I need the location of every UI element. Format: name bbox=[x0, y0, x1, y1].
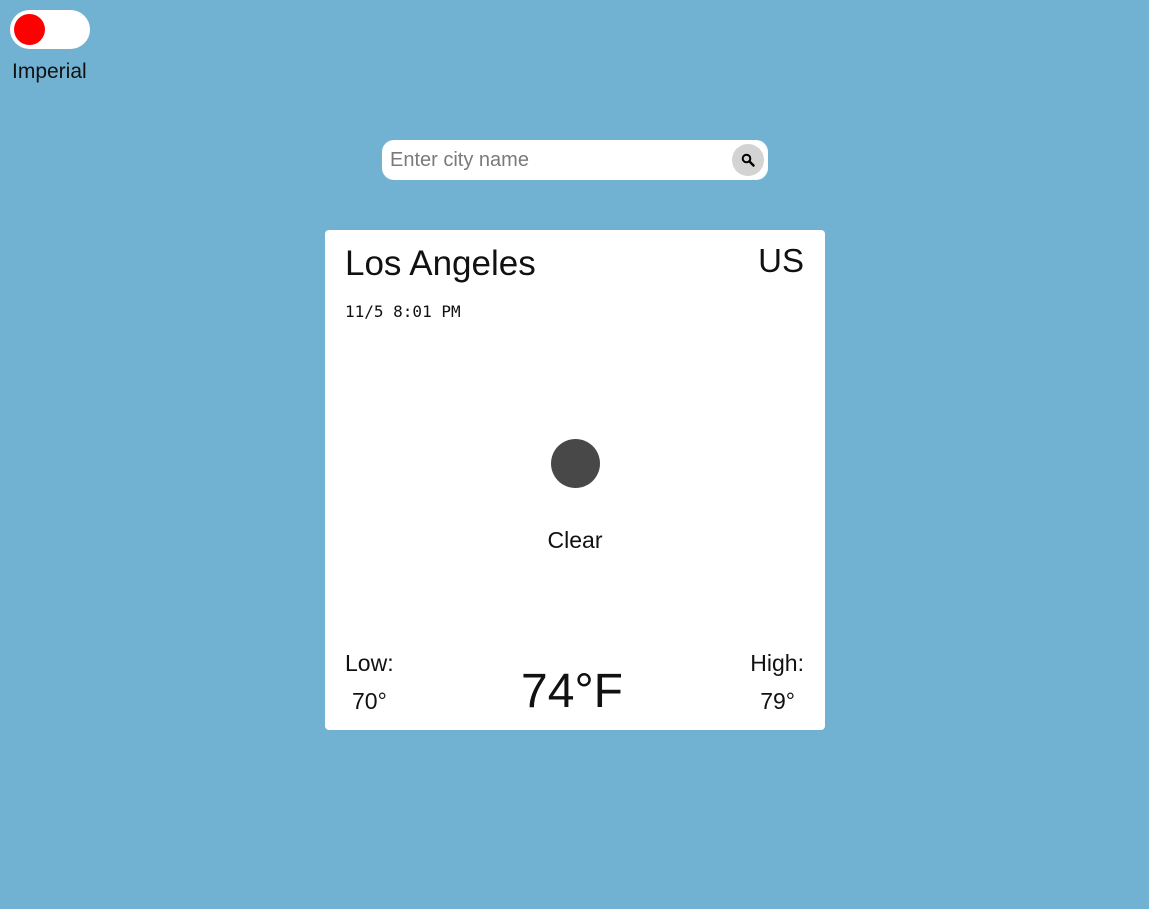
search-icon bbox=[741, 153, 755, 167]
high-temp-value: 79° bbox=[760, 688, 795, 714]
search-input[interactable] bbox=[390, 145, 720, 175]
clear-weather-icon bbox=[551, 439, 600, 488]
search-bar bbox=[382, 140, 768, 180]
search-button[interactable] bbox=[732, 144, 764, 176]
weather-card: Los Angeles US 11/5 8:01 PM Clear Low: 7… bbox=[325, 230, 825, 730]
city-name: Los Angeles bbox=[345, 244, 536, 283]
country-code: US bbox=[758, 242, 804, 279]
high-temp-label: High: bbox=[750, 650, 804, 676]
toggle-knob[interactable] bbox=[14, 14, 45, 45]
weather-condition: Clear bbox=[547, 527, 603, 553]
local-time: 11/5 8:01 PM bbox=[345, 302, 461, 321]
unit-label: Imperial bbox=[12, 60, 87, 83]
current-temperature: 74°F bbox=[521, 665, 623, 718]
unit-toggle[interactable] bbox=[10, 10, 90, 49]
